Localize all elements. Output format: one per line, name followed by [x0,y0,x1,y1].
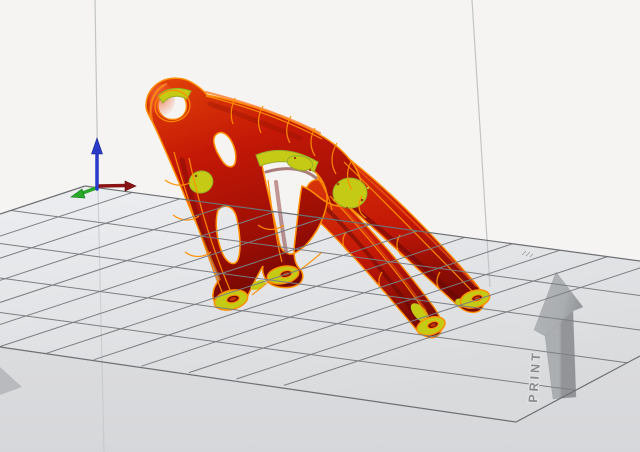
scene-canvas[interactable]: PRINT [0,0,640,452]
viewport-3d[interactable]: PRINT [0,0,640,452]
